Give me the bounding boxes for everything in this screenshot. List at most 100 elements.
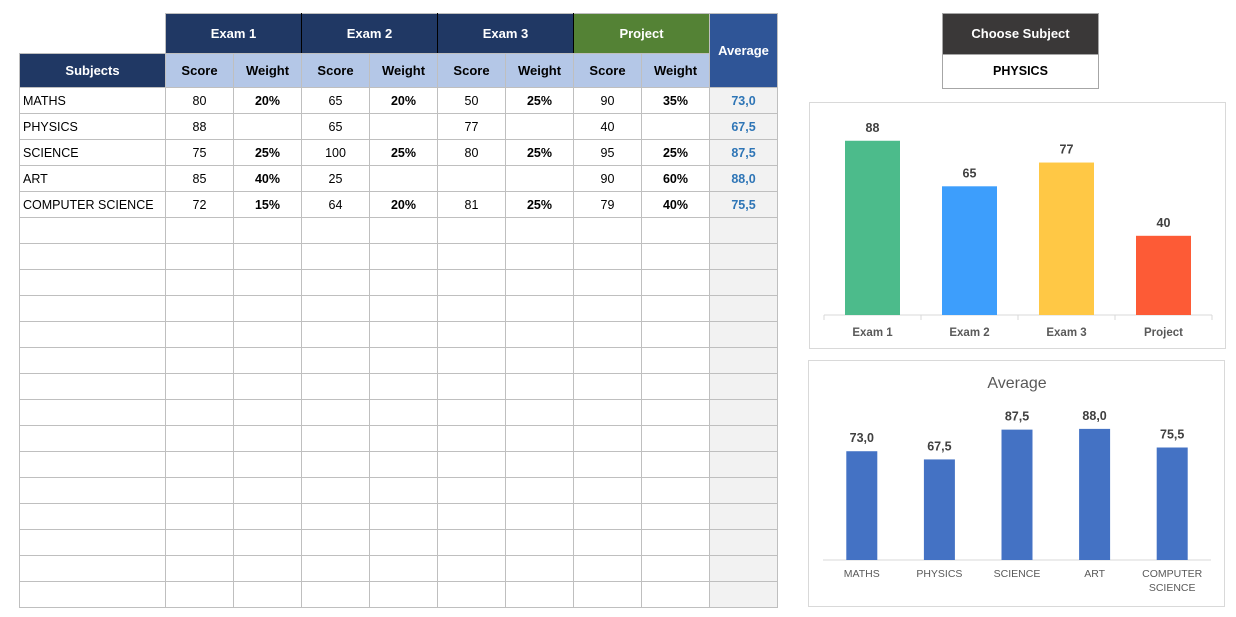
header-project[interactable]: Project <box>573 13 710 54</box>
empty-cell[interactable] <box>301 295 370 322</box>
empty-cell[interactable] <box>233 399 302 426</box>
empty-cell[interactable] <box>505 477 574 504</box>
header-exam2-weight[interactable]: Weight <box>369 53 438 88</box>
empty-cell[interactable] <box>19 373 166 400</box>
cell-average[interactable]: 87,5 <box>709 139 778 166</box>
empty-cell[interactable] <box>641 555 710 582</box>
empty-cell[interactable] <box>573 347 642 374</box>
cell-exam2-score[interactable]: 64 <box>301 191 370 218</box>
cell-exam3-weight[interactable] <box>505 165 574 192</box>
average-chart[interactable]: Average 73,0 MATHS 67,5 PHYSICS 87,5 SCIENCE 88… <box>808 360 1225 607</box>
empty-cell[interactable] <box>641 399 710 426</box>
empty-cell[interactable] <box>165 321 234 348</box>
empty-cell[interactable] <box>641 243 710 270</box>
empty-cell[interactable] <box>165 373 234 400</box>
empty-cell[interactable] <box>369 243 438 270</box>
empty-cell[interactable] <box>437 269 506 296</box>
cell-exam3-weight[interactable]: 25% <box>505 191 574 218</box>
empty-cell[interactable] <box>19 217 166 244</box>
empty-cell[interactable] <box>709 555 778 582</box>
header-exam2-score[interactable]: Score <box>301 53 370 88</box>
empty-cell[interactable] <box>709 425 778 452</box>
cell-subject[interactable]: COMPUTER SCIENCE <box>19 191 166 218</box>
cell-exam1-weight[interactable]: 15% <box>233 191 302 218</box>
cell-exam2-weight[interactable]: 20% <box>369 87 438 114</box>
empty-cell[interactable] <box>369 217 438 244</box>
empty-cell[interactable] <box>233 529 302 556</box>
empty-cell[interactable] <box>573 269 642 296</box>
cell-project-weight[interactable]: 25% <box>641 139 710 166</box>
empty-cell[interactable] <box>19 269 166 296</box>
cell-exam1-score[interactable]: 85 <box>165 165 234 192</box>
empty-cell[interactable] <box>573 477 642 504</box>
header-project-weight[interactable]: Weight <box>641 53 710 88</box>
empty-cell[interactable] <box>19 581 166 608</box>
cell-exam2-weight[interactable] <box>369 113 438 140</box>
empty-cell[interactable] <box>505 503 574 530</box>
empty-cell[interactable] <box>233 217 302 244</box>
cell-subject[interactable]: SCIENCE <box>19 139 166 166</box>
empty-cell[interactable] <box>573 399 642 426</box>
empty-cell[interactable] <box>709 399 778 426</box>
header-exam3-score[interactable]: Score <box>437 53 506 88</box>
empty-cell[interactable] <box>301 529 370 556</box>
empty-cell[interactable] <box>233 295 302 322</box>
header-average[interactable]: Average <box>709 13 778 88</box>
empty-cell[interactable] <box>437 529 506 556</box>
cell-average[interactable]: 75,5 <box>709 191 778 218</box>
empty-cell[interactable] <box>165 451 234 478</box>
header-exam-2[interactable]: Exam 2 <box>301 13 438 54</box>
empty-cell[interactable] <box>301 503 370 530</box>
empty-cell[interactable] <box>641 321 710 348</box>
empty-cell[interactable] <box>19 347 166 374</box>
empty-cell[interactable] <box>505 269 574 296</box>
empty-cell[interactable] <box>19 555 166 582</box>
cell-subject[interactable]: MATHS <box>19 87 166 114</box>
empty-cell[interactable] <box>19 451 166 478</box>
cell-exam1-score[interactable]: 80 <box>165 87 234 114</box>
empty-cell[interactable] <box>165 477 234 504</box>
cell-exam1-weight[interactable]: 40% <box>233 165 302 192</box>
empty-cell[interactable] <box>641 451 710 478</box>
empty-cell[interactable] <box>369 425 438 452</box>
empty-cell[interactable] <box>301 347 370 374</box>
empty-cell[interactable] <box>641 217 710 244</box>
subject-scores-chart[interactable]: 88 Exam 1 65 Exam 2 77 Exam 3 40 Project <box>809 102 1226 349</box>
empty-cell[interactable] <box>369 295 438 322</box>
scores-chart-bar[interactable] <box>1039 162 1094 315</box>
empty-cell[interactable] <box>369 347 438 374</box>
cell-project-score[interactable]: 79 <box>573 191 642 218</box>
empty-cell[interactable] <box>505 347 574 374</box>
cell-project-weight[interactable]: 35% <box>641 87 710 114</box>
cell-subject[interactable]: ART <box>19 165 166 192</box>
cell-exam3-score[interactable] <box>437 165 506 192</box>
header-exam1-score[interactable]: Score <box>165 53 234 88</box>
empty-cell[interactable] <box>165 243 234 270</box>
empty-cell[interactable] <box>437 243 506 270</box>
empty-cell[interactable] <box>19 243 166 270</box>
empty-cell[interactable] <box>369 373 438 400</box>
average-chart-bar[interactable] <box>1001 429 1033 560</box>
empty-cell[interactable] <box>641 373 710 400</box>
empty-cell[interactable] <box>505 581 574 608</box>
empty-cell[interactable] <box>165 425 234 452</box>
empty-cell[interactable] <box>437 347 506 374</box>
cell-average[interactable]: 88,0 <box>709 165 778 192</box>
scores-chart-bar[interactable] <box>845 140 900 315</box>
cell-exam3-score[interactable]: 50 <box>437 87 506 114</box>
empty-cell[interactable] <box>233 503 302 530</box>
empty-cell[interactable] <box>437 555 506 582</box>
cell-project-score[interactable]: 40 <box>573 113 642 140</box>
empty-cell[interactable] <box>505 243 574 270</box>
empty-cell[interactable] <box>437 321 506 348</box>
cell-exam2-score[interactable]: 65 <box>301 113 370 140</box>
empty-cell[interactable] <box>233 555 302 582</box>
empty-cell[interactable] <box>165 295 234 322</box>
empty-cell[interactable] <box>301 555 370 582</box>
empty-cell[interactable] <box>709 243 778 270</box>
empty-cell[interactable] <box>573 321 642 348</box>
empty-cell[interactable] <box>505 399 574 426</box>
empty-cell[interactable] <box>301 373 370 400</box>
empty-cell[interactable] <box>709 373 778 400</box>
empty-cell[interactable] <box>301 477 370 504</box>
